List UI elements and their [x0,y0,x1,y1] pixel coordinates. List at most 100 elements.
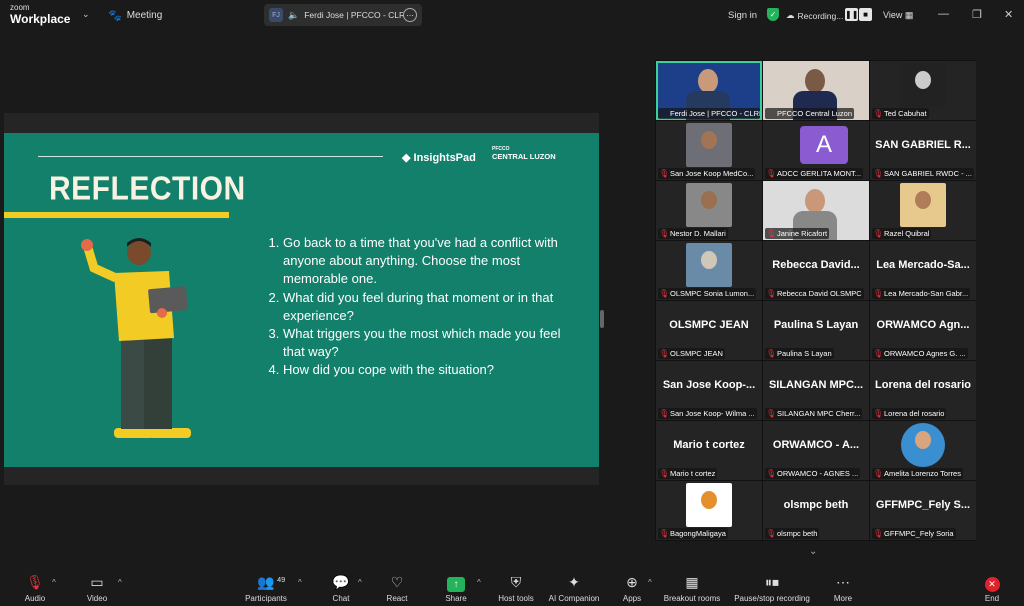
participant-tile[interactable]: Nestor D. Mallari 🎙 [656,181,762,240]
slide-divider [38,156,383,157]
participant-tile[interactable]: Razel Quibral 🎙 [870,181,976,240]
sparkle-icon: ✦ [568,574,580,590]
mic-muted-icon: 🎙 [659,169,670,178]
participant-tile[interactable]: Ferdi Jose | PFCCO - CLRL [656,61,762,120]
host-tools-label: Host tools [498,594,534,603]
sign-in-link[interactable]: Sign in [728,10,757,21]
participant-display-name: ORWAMCO - A... [772,439,860,451]
participant-face [915,431,931,449]
reflection-questions: Go back to a time that you've had a conf… [271,234,571,380]
participant-face [701,251,717,269]
ai-companion-label: AI Companion [548,594,600,603]
mic-muted-icon: 🎙 [766,169,777,178]
video-camera-icon: ▭ [90,574,104,590]
participant-face [701,191,717,209]
end-button[interactable]: ✕ End [980,574,1004,603]
participant-tile[interactable]: Mario t cortez Mario t cortez 🎙 [656,421,762,480]
video-button[interactable]: ▭ Video [82,574,112,603]
participant-tile[interactable]: ORWAMCO - A... ORWAMCO - AGNES ... 🎙 [763,421,869,480]
participant-display-name: Lorena del rosario [875,379,971,391]
participant-tile[interactable]: BagongMaligaya 🎙 [656,481,762,540]
mic-muted-icon: 🎙 [873,529,884,538]
participant-tile[interactable]: Rebecca David... Rebecca David OLSMPC 🎙 [763,241,869,300]
mic-muted-icon: 🎙 [873,409,884,418]
close-icon[interactable]: ✕ [1004,8,1013,21]
chat-options-caret[interactable]: ^ [358,578,362,587]
participant-tile[interactable]: Lea Mercado-Sa... Lea Mercado-San Gabr...… [870,241,976,300]
participant-name-label: Amelita Lorenzo Torres [872,468,963,479]
participant-tile[interactable]: PFCCO Central Luzon [763,61,869,120]
minimize-icon[interactable]: — [938,8,949,20]
participant-tile[interactable]: GFFMPC_Fely S... GFFMPC_Fely Soria 🎙 [870,481,976,540]
share-options-caret[interactable]: ^ [477,578,481,587]
participant-name-label: Ferdi Jose | PFCCO - CLRL [658,108,760,119]
react-button[interactable]: ♡ React [382,574,412,603]
chevron-down-icon[interactable]: ⌄ [82,9,90,20]
participant-tile[interactable]: ORWAMCO Agn... ORWAMCO Agnes G. ... 🎙 [870,301,976,360]
end-call-icon: ✕ [980,574,1004,592]
heart-icon: ♡ [390,574,404,590]
pause-recording-icon[interactable]: ❚❚ [845,8,858,21]
more-button[interactable]: ⋯ More [830,574,856,603]
participant-tile[interactable]: SILANGAN MPC... SILANGAN MPC Cherr... 🎙 [763,361,869,420]
chevron-down-icon[interactable]: ⌄ [809,546,817,557]
participant-tile[interactable]: OLSMPC JEAN OLSMPC JEAN 🎙 [656,301,762,360]
brand-name: Workplace [10,12,71,26]
share-screen-icon: ↑ [441,574,471,592]
participant-tile[interactable]: A ADCC GERLITA MONT... 🎙 [763,121,869,180]
shield-icon[interactable]: ✓ [767,8,779,21]
mic-muted-icon: 🎙 [873,289,884,298]
audio-options-caret[interactable]: ^ [52,578,56,587]
participants-options-caret[interactable]: ^ [298,578,302,587]
react-label: React [386,594,408,603]
restore-icon[interactable]: ❐ [972,8,982,21]
chat-button[interactable]: 💬 Chat [326,574,356,603]
speaker-avatar: FJ [269,8,283,22]
stop-recording-icon[interactable]: ■ [859,8,872,21]
breakout-rooms-button[interactable]: ▦ Breakout rooms [662,574,722,603]
participant-tile[interactable]: olsmpc beth olsmpc beth 🎙 [763,481,869,540]
paw-icon: 🐾 [108,10,122,22]
participant-tile[interactable]: San Jose Koop MedCo... 🎙 [656,121,762,180]
participant-display-name: ORWAMCO Agn... [876,319,970,331]
mic-muted-icon: 🎙 [766,409,777,418]
participant-tile[interactable]: Paulina S Layan Paulina S Layan 🎙 [763,301,869,360]
share-button[interactable]: ↑ Share [441,574,471,603]
more-options-icon[interactable]: ⋯ [403,8,417,22]
participant-name-label: San Jose Koop- Wilma ... [658,408,757,419]
participant-name-label: San Jose Koop MedCo... [658,168,756,179]
participant-tile[interactable]: San Jose Koop-... San Jose Koop- Wilma ..… [656,361,762,420]
apps-options-caret[interactable]: ^ [648,578,652,587]
audio-button[interactable]: 🎙 Audio [20,574,50,603]
meeting-info-button[interactable]: 🐾 Meeting [108,9,162,22]
video-label: Video [86,594,108,603]
slide-title: REFLECTION [49,171,246,208]
host-tools-button[interactable]: ⛨ Host tools [496,574,536,603]
active-speaker-pill[interactable]: FJ 🔈 Ferdi Jose | PFCCO - CLRL's s ⋯ [264,4,422,26]
pause-stop-icon: ⏸⏹ [765,574,779,590]
question-3: What triggers you the most which made yo… [283,325,571,361]
participant-display-name: GFFMPC_Fely S... [875,499,971,511]
participant-display-name: SILANGAN MPC... [768,379,864,391]
mic-muted-icon: 🎙 [26,574,44,590]
end-label: End [984,594,1000,603]
splitter-handle[interactable] [600,310,604,328]
zoom-logo: zoom Workplace [10,4,71,26]
participant-display-name: San Jose Koop-... [662,379,756,391]
apps-button[interactable]: ⊕ Apps [618,574,646,603]
view-button[interactable]: View ▦ [883,10,913,21]
participant-tile[interactable]: Ted Cabuhat 🎙 [870,61,976,120]
participant-gallery: Ferdi Jose | PFCCO - CLRL PFCCO Central L… [655,60,976,541]
ai-companion-button[interactable]: ✦ AI Companion [546,574,602,603]
participant-tile[interactable]: Lorena del rosario Lorena del rosario 🎙 [870,361,976,420]
insightspad-text: InsightsPad [413,152,476,164]
chat-icon: 💬 [332,574,350,590]
meeting-toolbar: 🎙 Audio ^ ▭ Video ^ 👥 Participants 49 ^ … [0,570,1024,606]
video-options-caret[interactable]: ^ [118,578,122,587]
participant-face [915,191,931,209]
participant-tile[interactable]: OLSMPC Sonia Lumon... 🎙 [656,241,762,300]
participant-tile[interactable]: Janine Ricafort 🎙 [763,181,869,240]
pause-stop-recording-button[interactable]: ⏸⏹ Pause/stop recording [730,574,814,603]
participant-tile[interactable]: SAN GABRIEL R... SAN GABRIEL RWDC - ... 🎙 [870,121,976,180]
participant-tile[interactable]: Amelita Lorenzo Torres 🎙 [870,421,976,480]
